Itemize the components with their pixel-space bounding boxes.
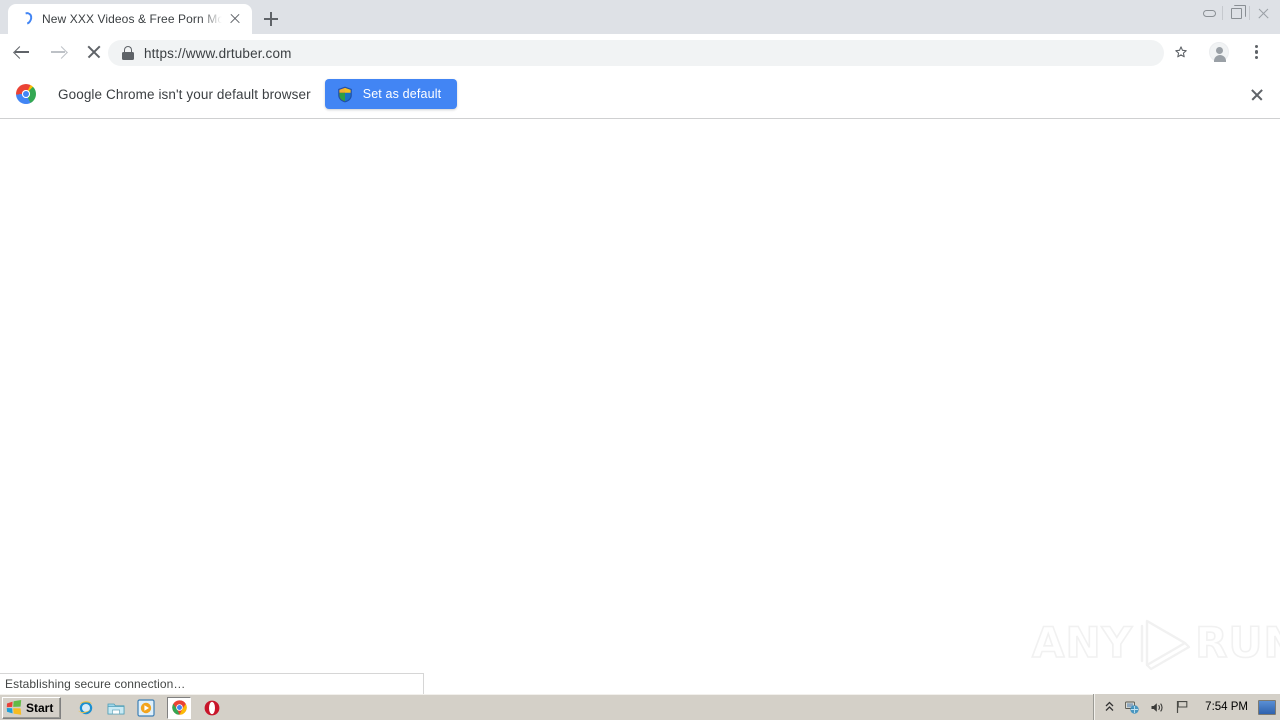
restore-button[interactable]: [1223, 2, 1249, 24]
google-chrome-icon[interactable]: [167, 696, 192, 719]
lock-icon: [122, 46, 134, 60]
close-x-icon: [86, 44, 102, 60]
account-circle-icon: [1209, 42, 1229, 62]
address-bar[interactable]: https://www.drtuber.com: [108, 40, 1164, 66]
bookmark-button[interactable]: [1167, 38, 1195, 66]
speaker-volume-icon[interactable]: [1150, 701, 1165, 714]
taskbar-clock[interactable]: 7:54 PM: [1205, 701, 1248, 713]
profile-button[interactable]: [1205, 38, 1233, 66]
quick-launch-bar: [77, 696, 221, 719]
windows-media-player-icon[interactable]: [137, 698, 155, 717]
stop-button[interactable]: [80, 38, 108, 66]
new-tab-button[interactable]: [258, 6, 284, 32]
loading-spinner-icon: [18, 10, 35, 27]
toolbar-actions: [1162, 38, 1276, 66]
default-browser-infobar: Google Chrome isn't your default browser…: [0, 70, 1280, 119]
show-desktop-icon[interactable]: [1258, 699, 1276, 715]
chrome-menu-button[interactable]: [1243, 38, 1271, 66]
star-outline-icon: [1175, 46, 1187, 58]
set-as-default-label: Set as default: [362, 87, 442, 101]
close-icon[interactable]: [226, 10, 244, 28]
browser-window: New XXX Videos & Free Porn Movies https:…: [0, 0, 1280, 720]
arrow-back-icon: [14, 44, 30, 60]
arrow-forward-icon: [50, 44, 66, 60]
set-as-default-button[interactable]: Set as default: [324, 79, 458, 109]
minimize-button[interactable]: [1196, 2, 1222, 24]
windows-taskbar: Start: [0, 694, 1280, 720]
show-desktop-folder-icon[interactable]: [107, 699, 125, 717]
start-label: Start: [26, 700, 54, 715]
uac-shield-icon: [337, 86, 353, 103]
infobar-message: Google Chrome isn't your default browser: [58, 86, 311, 102]
start-button[interactable]: Start: [2, 696, 62, 719]
back-button[interactable]: [8, 38, 36, 66]
tab-strip: New XXX Videos & Free Porn Movies: [0, 0, 1280, 34]
tab-title: New XXX Videos & Free Porn Movies: [42, 12, 222, 26]
chrome-logo-icon: [16, 84, 36, 104]
status-text: Establishing secure connection…: [5, 677, 186, 691]
network-connection-icon[interactable]: [1124, 700, 1140, 715]
windows-flag-icon: [6, 700, 22, 715]
forward-button[interactable]: [44, 38, 72, 66]
chevron-up-icon[interactable]: [1105, 701, 1114, 713]
address-bar-value: https://www.drtuber.com: [144, 45, 292, 61]
infobar-close-button[interactable]: [1246, 84, 1268, 106]
internet-explorer-icon[interactable]: [77, 699, 95, 717]
status-bubble: Establishing secure connection…: [0, 673, 424, 694]
close-window-button[interactable]: [1250, 2, 1276, 24]
window-controls: [1196, 2, 1276, 24]
security-flag-icon[interactable]: [1175, 700, 1190, 714]
page-viewport: [0, 120, 1280, 694]
three-dot-menu-icon: [1255, 43, 1259, 62]
browser-tab[interactable]: New XXX Videos & Free Porn Movies: [8, 4, 252, 34]
opera-icon[interactable]: [203, 699, 221, 717]
system-tray: 7:54 PM: [1093, 694, 1280, 720]
